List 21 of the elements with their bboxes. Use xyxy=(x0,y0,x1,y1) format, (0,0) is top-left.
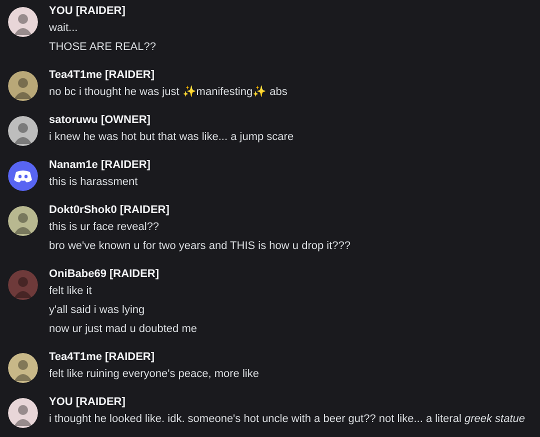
author-name[interactable]: Nanam1e [RAIDER] xyxy=(49,157,150,173)
message-text: felt like ruining everyone's peace, more like xyxy=(49,367,259,382)
message-text: wait... xyxy=(49,21,78,36)
author-name[interactable]: Tea4T1me [RAIDER] xyxy=(49,349,155,365)
author-name[interactable]: Dokt0rShok0 [RAIDER] xyxy=(49,202,170,218)
message-text: y'all said i was lying xyxy=(49,303,145,318)
message-text: now ur just mad u doubted me xyxy=(49,322,197,337)
message-text: felt like it xyxy=(49,284,92,299)
author-name[interactable]: satoruwu [OWNER] xyxy=(49,112,150,128)
author-name[interactable]: YOU [RAIDER] xyxy=(49,3,126,19)
default-avatar-icon[interactable] xyxy=(8,161,38,191)
author-name[interactable]: OniBabe69 [RAIDER] xyxy=(49,266,160,282)
message-text: this is ur face reveal?? xyxy=(49,220,160,235)
message-text: THOSE ARE REAL?? xyxy=(49,40,156,55)
message-text: i thought he looked like. idk. someone's hot uncle with a beer gut?? not like... a literal greek statue xyxy=(49,412,526,427)
message-text: this is harassment xyxy=(49,175,138,190)
message-text: bro we've known u for two years and THIS is how u drop it??? xyxy=(49,239,350,254)
author-name[interactable]: YOU [RAIDER] xyxy=(49,394,126,410)
author-name[interactable]: Tea4T1me [RAIDER] xyxy=(49,67,155,83)
message-text: i knew he was hot but that was like... a jump scare xyxy=(49,130,294,145)
message-text: no bc i thought he was just ✨manifesting✨ abs xyxy=(49,84,288,100)
